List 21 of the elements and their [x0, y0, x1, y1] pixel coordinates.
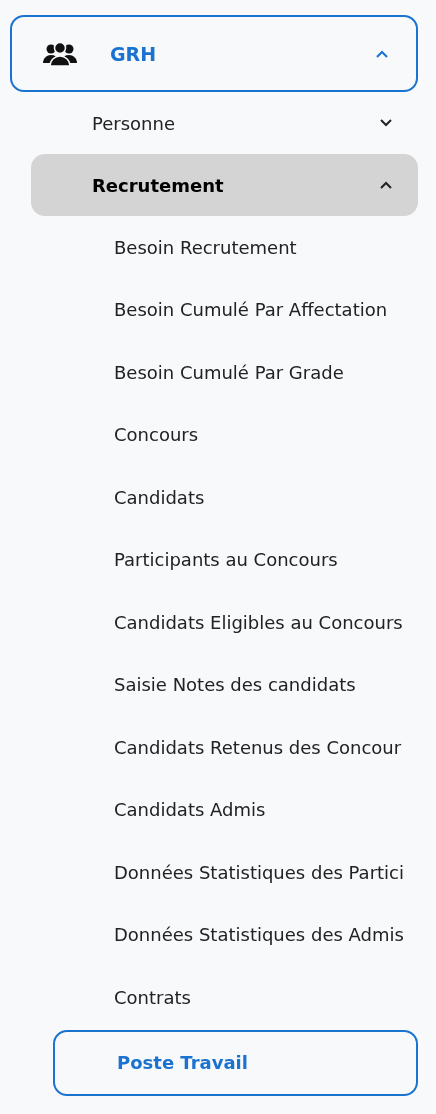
menu-item[interactable]: Candidats Retenus des Concour [0, 716, 436, 779]
menu-item[interactable]: Besoin Recrutement [0, 216, 436, 279]
menu-item[interactable]: Besoin Cumulé Par Grade [0, 341, 436, 404]
menu-item[interactable]: Participants au Concours [0, 528, 436, 591]
menu-item[interactable]: Candidats Admis [0, 778, 436, 841]
people-icon [42, 41, 78, 66]
menu-item[interactable]: Besoin Cumulé Par Affectation [0, 278, 436, 341]
menu-item[interactable]: Données Statistiques des Partici [0, 841, 436, 904]
menu-item[interactable]: Poste Travail [53, 1029, 418, 1096]
menu-item[interactable]: Saisie Notes des candidats [0, 653, 436, 716]
menu-group[interactable]: Recrutement [31, 154, 418, 216]
menu-group[interactable]: Personne [31, 92, 418, 154]
chevron-up-icon [376, 49, 388, 58]
menu-item[interactable]: Contrats [0, 966, 436, 1029]
menu-item[interactable]: Candidats Eligibles au Concours [0, 591, 436, 654]
menu-item[interactable]: Concours [0, 403, 436, 466]
menu-item[interactable]: Données Statistiques des Admis [0, 903, 436, 966]
menu-item[interactable]: Candidats [0, 466, 436, 529]
chevron-down-icon [380, 119, 392, 127]
chevron-up-icon [380, 181, 392, 189]
menu-section[interactable]: GRH [10, 15, 418, 92]
